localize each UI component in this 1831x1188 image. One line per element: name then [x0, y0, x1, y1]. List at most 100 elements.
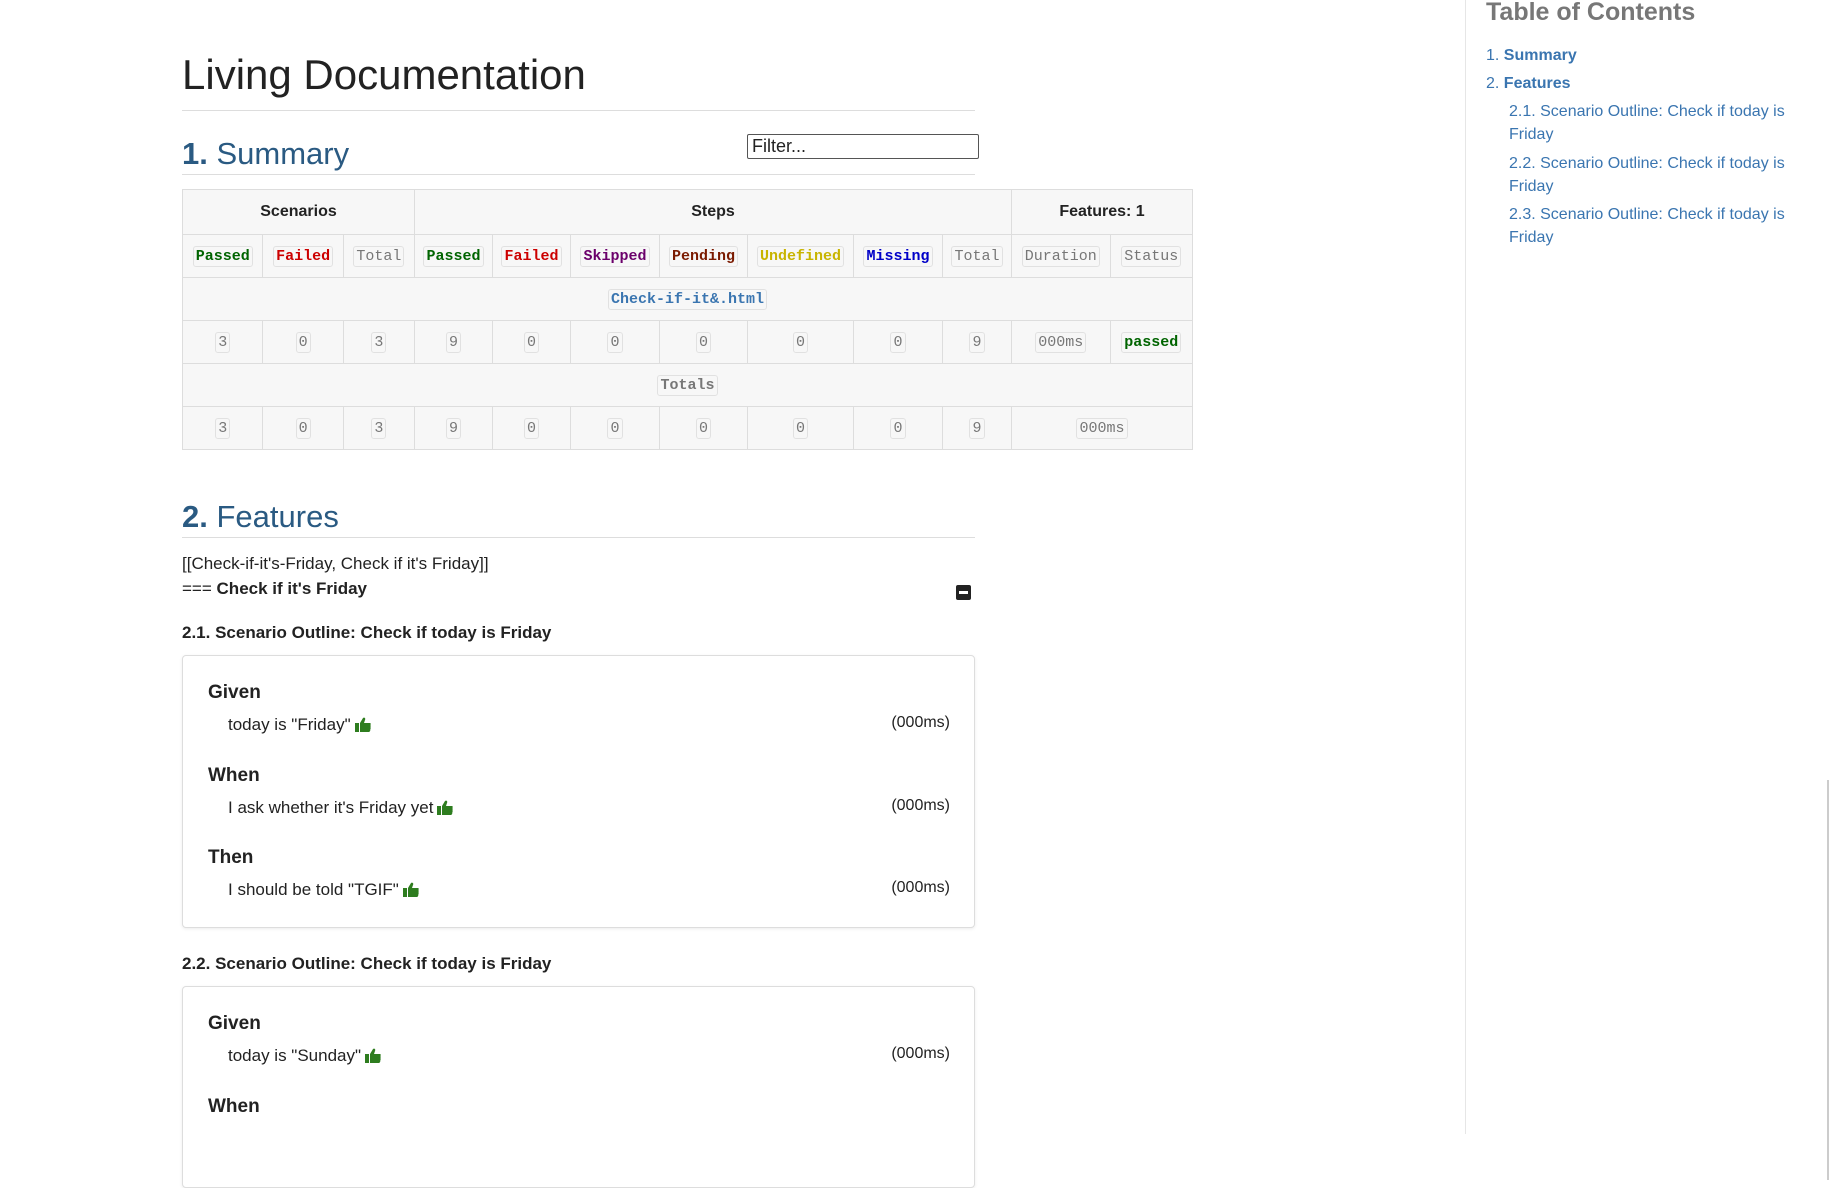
scenario-title: 2.1. Scenario Outline: Check if today is… — [182, 623, 552, 642]
total-cell: 0 — [607, 418, 623, 439]
duration-cell: 000ms — [1035, 332, 1087, 353]
step-text: I should be told "TGIF" — [228, 880, 419, 900]
toc-label-line: 2.1. Scenario Outline: Check if today is — [1509, 103, 1785, 120]
scrollbar-thumb[interactable] — [1827, 780, 1829, 1180]
step-text: today is "Friday" — [228, 715, 371, 735]
step-keyword: When — [208, 1096, 260, 1117]
stat-cell: 9 — [445, 332, 461, 353]
total-cell: 0 — [295, 418, 311, 439]
scenario-card: Given today is "Sunday" (000ms) When — [182, 986, 975, 1188]
thumbs-up-icon — [437, 800, 454, 815]
step-keyword: When — [208, 765, 260, 786]
page-title: Living Documentation — [182, 51, 586, 98]
scenario-card: Given today is "Friday" (000ms) When I a… — [182, 655, 975, 928]
total-cell: 0 — [523, 418, 539, 439]
feature-prefix: === — [182, 579, 212, 598]
col-scen-total: Total — [353, 246, 405, 267]
section-number: 2. — [182, 499, 208, 534]
step-text: I ask whether it's Friday yet — [228, 798, 454, 818]
collapse-toggle-icon[interactable] — [956, 585, 971, 600]
toc-label: Summary — [1503, 47, 1577, 64]
feature-xref: [[Check-if-it's-Friday, Check if it's Fr… — [182, 554, 489, 573]
steps-group-header: Steps — [414, 189, 1012, 235]
total-cell: 3 — [371, 418, 387, 439]
toc-label: Features — [1503, 75, 1571, 92]
summary-table: Scenarios Steps Features: 1 Passed Faile… — [181, 189, 1194, 450]
feature-link-row: Check-if-it&.html — [182, 277, 1193, 321]
col-steps-pending: Pending — [668, 246, 738, 267]
step-duration: (000ms) — [891, 797, 950, 814]
toc-label-line: Friday — [1509, 229, 1554, 246]
divider — [182, 110, 975, 111]
scenario-title: 2.2. Scenario Outline: Check if today is… — [182, 954, 552, 973]
total-cell: 3 — [215, 418, 231, 439]
col-steps-passed: Passed — [423, 246, 484, 267]
scenarios-group-header: Scenarios — [182, 189, 415, 235]
col-steps-undefined: Undefined — [756, 246, 844, 267]
thumbs-up-icon — [365, 1048, 381, 1063]
toc-link-features[interactable]: 2. Features — [1486, 72, 1571, 95]
col-steps-missing: Missing — [863, 246, 933, 267]
col-steps-failed: Failed — [501, 246, 562, 267]
toc-label-line: Friday — [1509, 126, 1554, 143]
stat-cell: 9 — [969, 332, 985, 353]
section-title: Summary — [216, 136, 350, 171]
toc-sidebar: Table of Contents 1. Summary 2. Features… — [1465, 0, 1831, 1134]
divider — [182, 537, 975, 538]
step-duration: (000ms) — [891, 1045, 950, 1062]
status-badge: passed — [1121, 332, 1182, 353]
features-group-header: Features: 1 — [1011, 189, 1193, 235]
toc-link-summary[interactable]: 1. Summary — [1486, 44, 1577, 67]
divider — [182, 174, 975, 175]
step-duration: (000ms) — [891, 879, 950, 896]
step-text: today is "Sunday" — [228, 1046, 381, 1066]
total-cell: 0 — [792, 418, 808, 439]
stat-cell: 0 — [792, 332, 808, 353]
filter-input[interactable] — [747, 134, 979, 159]
step-label: I should be told "TGIF" — [228, 880, 399, 899]
toc-link-scenario-2-1[interactable]: 2.1. Scenario Outline: Check if today is… — [1509, 100, 1785, 146]
total-cell: 9 — [445, 418, 461, 439]
total-cell: 0 — [695, 418, 711, 439]
toc-label-line: Friday — [1509, 178, 1554, 195]
step-keyword: Given — [208, 682, 261, 703]
totals-label-row: Totals — [182, 363, 1193, 407]
col-scen-failed: Failed — [273, 246, 334, 267]
section-title: Features — [216, 499, 339, 534]
total-cell: 0 — [890, 418, 906, 439]
totals-label: Totals — [657, 375, 718, 396]
col-duration: Duration — [1021, 246, 1100, 267]
section-summary-heading: 1. Summary — [182, 134, 349, 174]
section-number: 1. — [182, 136, 208, 171]
col-status: Status — [1121, 246, 1182, 267]
toc-label-line: 2.3. Scenario Outline: Check if today is — [1509, 206, 1785, 223]
feature-link[interactable]: Check-if-it&.html — [607, 289, 768, 310]
step-label: today is "Friday" — [228, 715, 351, 734]
step-duration: (000ms) — [891, 714, 950, 731]
column-header-row: Passed Failed Total Passed Failed Skippe… — [181, 234, 1194, 278]
totals-row: 3 0 3 9 0 0 0 0 0 9 000ms — [181, 406, 1193, 450]
col-steps-total: Total — [951, 246, 1003, 267]
feature-name: Check if it's Friday — [216, 579, 368, 598]
stat-cell: 0 — [607, 332, 623, 353]
feature-heading-line: === Check if it's Friday — [182, 579, 367, 599]
stat-cell: 0 — [695, 332, 711, 353]
toc-number: 2. — [1486, 75, 1500, 92]
toc-number: 1. — [1486, 47, 1500, 64]
section-features-heading: 2. Features — [182, 497, 339, 537]
step-label: today is "Sunday" — [228, 1046, 362, 1065]
col-steps-skipped: Skipped — [580, 246, 650, 267]
group-header-row: Scenarios Steps Features: 1 — [182, 189, 1193, 235]
stat-cell: 3 — [215, 332, 231, 353]
step-label: I ask whether it's Friday yet — [228, 798, 434, 817]
toc-link-scenario-2-3[interactable]: 2.3. Scenario Outline: Check if today is… — [1509, 203, 1785, 249]
toc-label-line: 2.2. Scenario Outline: Check if today is — [1509, 155, 1785, 172]
thumbs-up-icon — [354, 717, 371, 732]
step-keyword: Then — [208, 847, 254, 868]
col-scen-passed: Passed — [192, 246, 253, 267]
stat-cell: 3 — [371, 332, 387, 353]
stat-cell: 0 — [523, 332, 539, 353]
toc-link-scenario-2-2[interactable]: 2.2. Scenario Outline: Check if today is… — [1509, 152, 1785, 198]
stat-cell: 0 — [890, 332, 906, 353]
feature-stats-row: 3 0 3 9 0 0 0 0 0 9 000ms passed — [181, 320, 1194, 364]
